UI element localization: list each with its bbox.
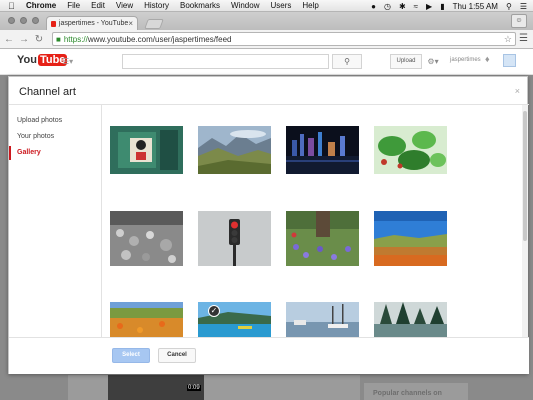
menu-window[interactable]: Window — [231, 1, 259, 10]
scrollbar-thumb[interactable] — [523, 111, 527, 241]
menu-bookmarks[interactable]: Bookmarks — [180, 1, 220, 10]
profile-avatar-icon[interactable]: ☺ — [511, 14, 527, 28]
popular-channels-heading: Popular channels on — [364, 383, 468, 400]
tab-title: jaspertimes - YouTube — [58, 20, 129, 27]
menu-file[interactable]: File — [67, 1, 80, 10]
sidebar-item-upload-photos[interactable]: Upload photos — [9, 114, 102, 128]
gallery-image-forest-lake[interactable] — [374, 302, 447, 337]
gallery-image-mountains[interactable] — [198, 126, 271, 174]
gallery-image-traffic-light[interactable] — [198, 211, 271, 266]
gallery-image-city-night[interactable] — [286, 126, 359, 174]
dialog-sidebar: Upload photos Your photos Gallery — [9, 105, 102, 365]
menu-edit[interactable]: Edit — [91, 1, 105, 10]
menu-view[interactable]: View — [116, 1, 133, 10]
youtube-header: You Tube ☰▾ ⚲ Upload ⚙▾ jaspertimes ♦ — [0, 49, 533, 75]
browser-toolbar: ← → ↻ ■ https:// www.youtube.com/user/ja… — [0, 30, 533, 49]
zoom-window-button[interactable] — [32, 17, 39, 24]
battery-icon[interactable]: ▮ — [440, 2, 444, 11]
avatar[interactable] — [503, 54, 516, 67]
lock-icon: ■ — [56, 34, 61, 44]
dialog-title: Channel art — [19, 86, 76, 98]
settings-gear-icon[interactable]: ⚙▾ — [424, 54, 442, 69]
search-input[interactable] — [122, 54, 329, 69]
menu-history[interactable]: History — [144, 1, 169, 10]
guide-menu-icon[interactable]: ☰▾ — [62, 57, 73, 66]
clock[interactable]: Thu 1:55 AM — [453, 2, 498, 11]
menu-chrome[interactable]: Chrome — [26, 1, 56, 10]
bell-icon[interactable]: ♦ — [485, 54, 490, 64]
forward-icon[interactable]: → — [18, 34, 30, 45]
new-tab-button[interactable] — [144, 19, 164, 29]
address-bar[interactable]: ■ https:// www.youtube.com/user/jasperti… — [52, 32, 516, 46]
logo-you: You — [17, 54, 37, 66]
tab-youtube[interactable]: jaspertimes - YouTube × — [46, 16, 138, 30]
wifi-icon[interactable]: ≈ — [414, 2, 418, 11]
url-scheme: https:// — [63, 34, 88, 44]
youtube-logo[interactable]: You Tube — [17, 54, 68, 66]
chrome-menu-icon[interactable]: ☰ — [519, 33, 528, 44]
back-icon[interactable]: ← — [3, 34, 15, 45]
gallery-image-poppy-field[interactable] — [374, 211, 447, 266]
gallery-image-orange-flowers[interactable] — [110, 302, 183, 337]
macos-menu-bar:  Chrome File Edit View History Bookmark… — [0, 0, 533, 12]
apple-icon[interactable]:  — [8, 1, 18, 11]
notification-icon[interactable]: ● — [371, 2, 376, 11]
dialog-footer: Select Cancel — [9, 337, 529, 374]
bookmark-star-icon[interactable]: ☆ — [504, 34, 512, 45]
bluetooth-icon[interactable]: ✱ — [399, 2, 406, 11]
gallery-image-harbor[interactable] — [286, 302, 359, 337]
search-icon[interactable]: ⚲ — [506, 2, 512, 11]
sidebar-item-gallery[interactable]: Gallery — [9, 146, 102, 160]
selected-check-icon: ✓ — [208, 305, 220, 317]
magnifier-icon: ⚲ — [344, 57, 350, 66]
search-button[interactable]: ⚲ — [332, 54, 362, 69]
list-icon[interactable]: ☰ — [520, 2, 527, 11]
select-button[interactable]: Select — [112, 348, 150, 363]
gallery-image-bw-stones[interactable] — [110, 211, 183, 266]
gallery-image-wildflowers[interactable] — [286, 211, 359, 266]
gallery-scrollbar[interactable] — [522, 105, 528, 337]
upload-button[interactable]: Upload — [390, 54, 422, 69]
url-path: www.youtube.com/user/jaspertimes/feed — [87, 34, 232, 44]
video-duration: 0:09 — [187, 385, 201, 391]
cancel-button[interactable]: Cancel — [158, 348, 196, 363]
youtube-favicon-icon — [51, 20, 56, 27]
close-tab-icon[interactable]: × — [128, 19, 133, 28]
tab-strip: jaspertimes - YouTube × ☺ — [0, 12, 533, 30]
menu-users[interactable]: Users — [270, 1, 291, 10]
close-window-button[interactable] — [8, 17, 15, 24]
gallery-image-green-leaves[interactable] — [374, 126, 447, 174]
gallery-image-street-art[interactable] — [110, 126, 183, 174]
username[interactable]: jaspertimes — [450, 57, 481, 63]
time-machine-icon[interactable]: ◷ — [384, 2, 391, 11]
channel-art-dialog: Channel art × Upload photos Your photos … — [8, 76, 529, 374]
minimize-window-button[interactable] — [20, 17, 27, 24]
reload-icon[interactable]: ↻ — [33, 34, 45, 45]
gallery-grid: ✓ — [102, 105, 528, 337]
sidebar-item-your-photos[interactable]: Your photos — [9, 130, 102, 144]
menu-help[interactable]: Help — [302, 1, 318, 10]
close-icon[interactable]: × — [515, 86, 520, 96]
menu-extras: ● ◷ ✱ ≈ ▶ ▮ Thu 1:55 AM ⚲ ☰ — [371, 0, 527, 12]
volume-icon[interactable]: ▶ — [426, 2, 432, 11]
window-controls — [8, 17, 39, 24]
